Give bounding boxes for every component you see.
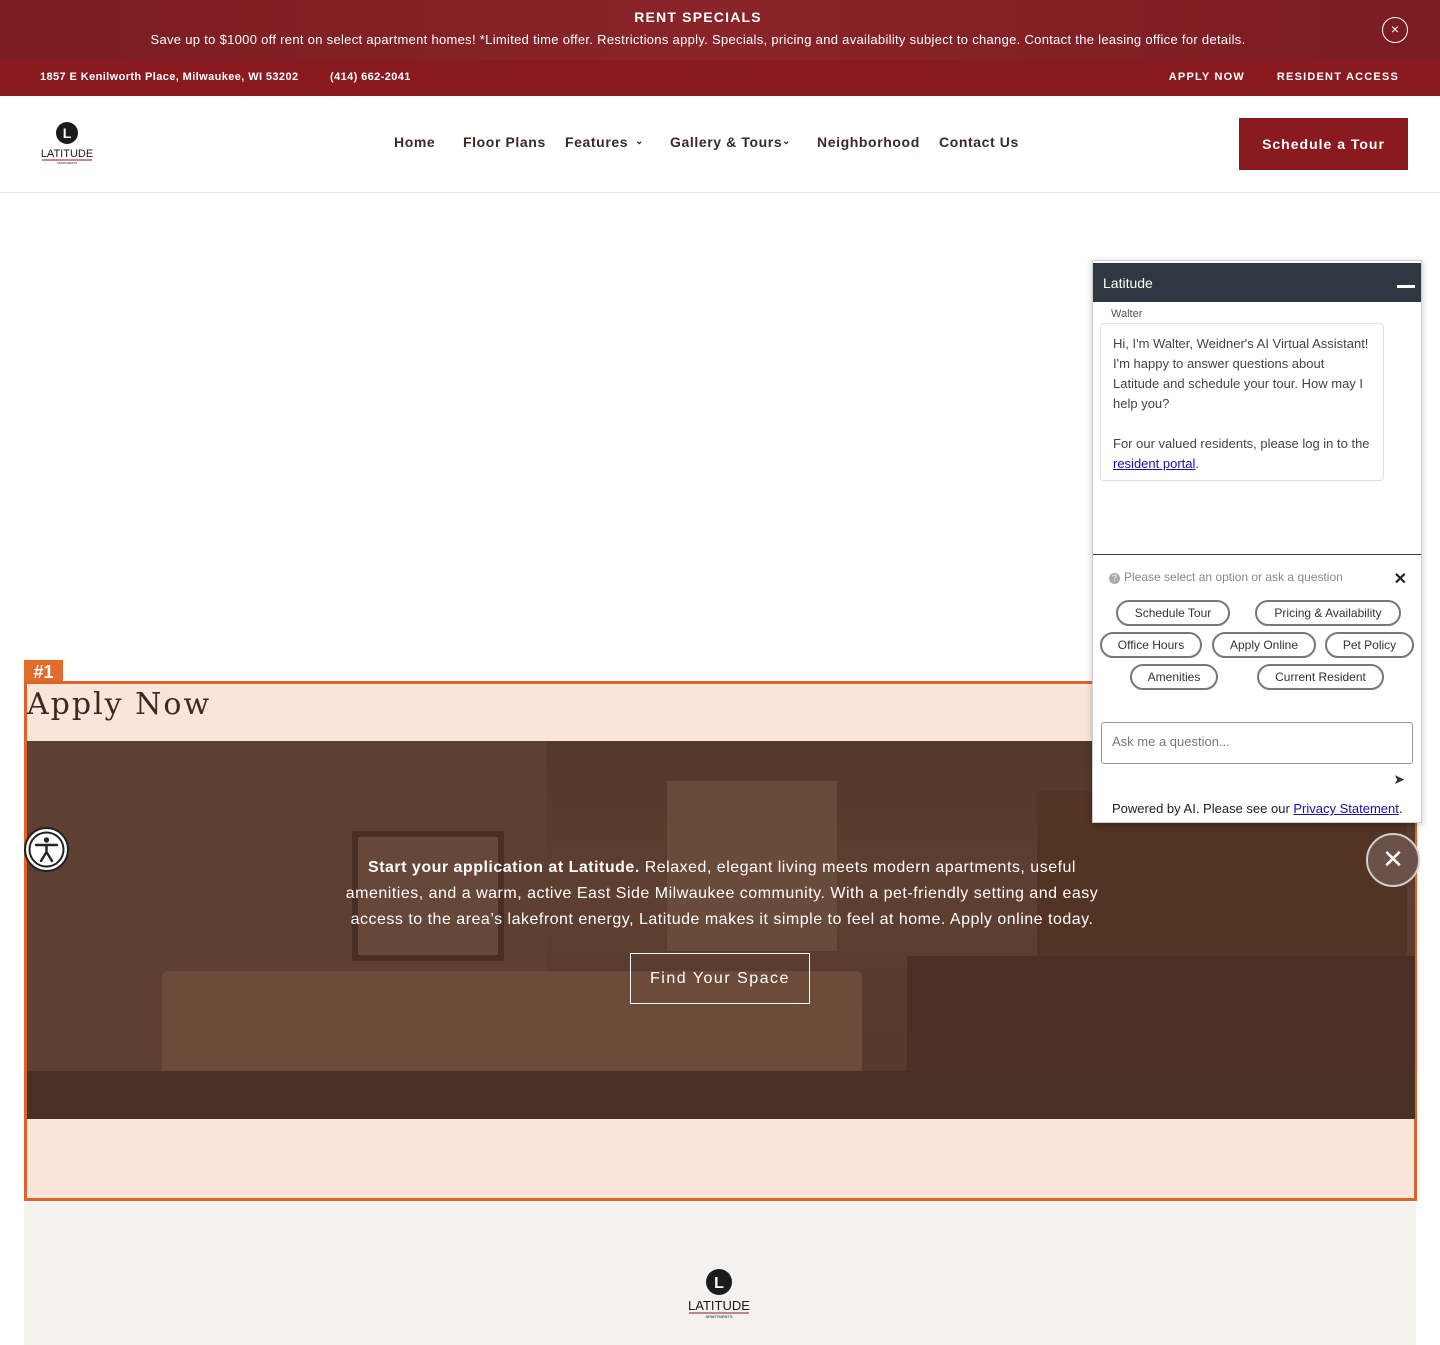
help-icon: ? (1109, 573, 1120, 584)
chat-input[interactable]: Ask me a question... (1101, 722, 1413, 764)
svg-text:APARTMENTS: APARTMENTS (57, 161, 77, 165)
chat-message-resident: For our valued residents, please log in … (1113, 436, 1370, 471)
chat-prompt: ? Please select an option or ask a questi… (1109, 570, 1343, 584)
option-schedule-tour[interactable]: Schedule Tour (1116, 600, 1230, 626)
address-link[interactable]: 1857 E Kenilworth Place, Milwaukee, WI 5… (40, 71, 298, 83)
nav-home[interactable]: Home (394, 134, 435, 150)
latitude-footer-logo[interactable]: L LATITUDE APARTMENTS (684, 1268, 754, 1320)
svg-text:APARTMENTS: APARTMENTS (706, 1314, 733, 1319)
option-apply-online[interactable]: Apply Online (1212, 632, 1316, 658)
rent-specials-banner: RENT SPECIALS Save up to $1000 off rent … (0, 0, 1440, 60)
svg-text:LATITUDE: LATITUDE (41, 148, 93, 160)
chat-title: Latitude (1103, 275, 1153, 291)
section-heading: Apply Now (27, 687, 212, 722)
intro-text: Start your application at Latitude. Rela… (337, 855, 1107, 933)
close-chat-icon[interactable]: ✕ (1366, 833, 1420, 887)
specials-text: Save up to $1000 off rent on select apar… (150, 32, 1246, 47)
schedule-tour-button[interactable]: Schedule a Tour (1239, 118, 1408, 170)
close-icon[interactable]: × (1382, 17, 1408, 43)
svg-text:L: L (714, 1275, 724, 1292)
option-pet-policy[interactable]: Pet Policy (1325, 632, 1414, 658)
powered-by-text: Powered by AI. Please see our Privacy St… (1112, 801, 1403, 816)
section-number-badge: #1 (24, 660, 63, 682)
footer: L LATITUDE APARTMENTS (24, 1202, 1416, 1345)
latitude-logo[interactable]: L LATITUDE APARTMENTS (36, 121, 98, 165)
minimize-icon[interactable] (1397, 285, 1415, 288)
resident-portal-link[interactable]: resident portal (1113, 456, 1195, 471)
find-your-space-button[interactable]: Find Your Space (630, 953, 810, 1004)
phone-link[interactable]: (414) 662-2041 (330, 71, 411, 83)
option-current-resident[interactable]: Current Resident (1257, 664, 1384, 690)
privacy-statement-link[interactable]: Privacy Statement (1293, 801, 1399, 816)
site-header: L LATITUDE APARTMENTS Home Floor Plans F… (0, 96, 1440, 193)
nav-features[interactable]: Features (565, 134, 628, 150)
accessibility-icon[interactable] (24, 827, 69, 872)
chat-widget: Latitude Walter Hi, I'm Walter, Weidner'… (1092, 260, 1422, 823)
chat-header: Latitude (1093, 261, 1421, 302)
nav-contact-us[interactable]: Contact Us (939, 134, 1019, 150)
chevron-down-icon[interactable]: ⌄ (782, 136, 791, 147)
info-bar: 1857 E Kenilworth Place, Milwaukee, WI 5… (0, 60, 1440, 96)
close-prompt-icon[interactable]: ✕ (1394, 569, 1407, 589)
chat-message: Hi, I'm Walter, Weidner's AI Virtual Ass… (1100, 323, 1384, 481)
option-office-hours[interactable]: Office Hours (1100, 632, 1202, 658)
option-amenities[interactable]: Amenities (1130, 664, 1218, 690)
chat-message-text: Hi, I'm Walter, Weidner's AI Virtual Ass… (1113, 336, 1369, 411)
svg-text:LATITUDE: LATITUDE (688, 1298, 750, 1313)
nav-gallery-tours[interactable]: Gallery & Tours (670, 134, 782, 150)
nav-neighborhood[interactable]: Neighborhood (817, 134, 920, 150)
svg-text:L: L (63, 125, 72, 141)
intro-bold: Start your application at Latitude. (368, 859, 640, 876)
chat-sender: Walter (1111, 308, 1143, 320)
apply-now-link[interactable]: APPLY NOW (1169, 71, 1245, 83)
specials-title: RENT SPECIALS (634, 9, 762, 25)
chevron-down-icon[interactable]: ⌄ (635, 136, 644, 147)
option-pricing-availability[interactable]: Pricing & Availability (1255, 600, 1401, 626)
send-icon[interactable]: ➤ (1393, 771, 1405, 788)
resident-access-link[interactable]: RESIDENT ACCESS (1277, 71, 1399, 83)
nav-floor-plans[interactable]: Floor Plans (463, 134, 546, 150)
